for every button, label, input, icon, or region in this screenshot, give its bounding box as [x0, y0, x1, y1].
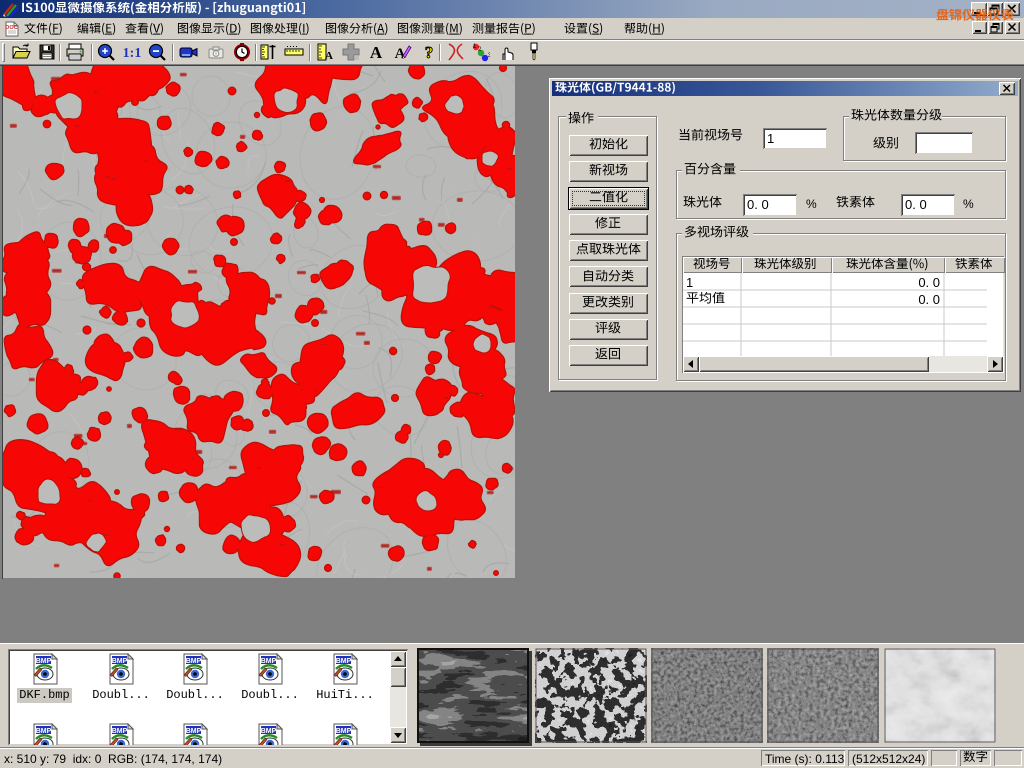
- svg-text:A: A: [370, 43, 383, 62]
- svg-text:?: ?: [425, 43, 434, 62]
- svg-text:3: 3: [488, 53, 490, 59]
- svg-text:1:1: 1:1: [123, 46, 142, 61]
- svg-text:A: A: [325, 50, 333, 62]
- svg-text:DOC: DOC: [5, 25, 17, 31]
